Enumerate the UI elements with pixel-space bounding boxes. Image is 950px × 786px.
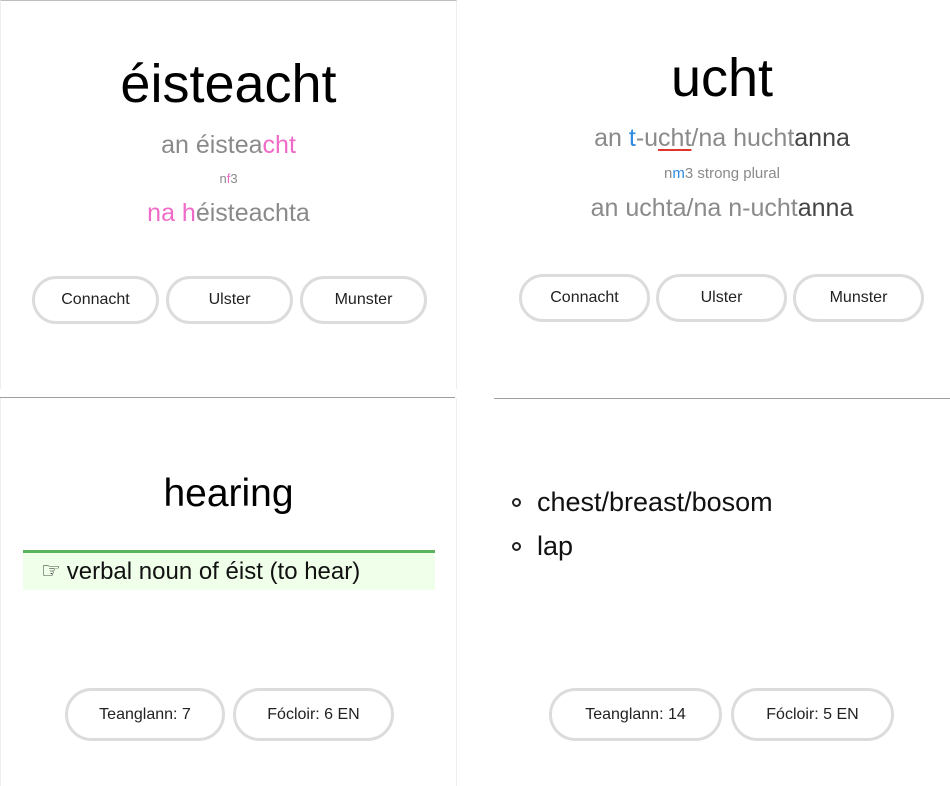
pointing-hand-icon: ☞ xyxy=(41,559,61,584)
ulster-button[interactable]: Ulster xyxy=(166,276,293,324)
card-eisteacht: éisteacht an éisteacht nf3 na héisteacht… xyxy=(0,0,457,389)
singular-forms: an t-ucht/na huchtanna xyxy=(594,124,850,152)
plural-form: na héisteachta xyxy=(147,199,310,227)
card-ucht: ucht an t-ucht/na huchtanna nm3 strong p… xyxy=(494,0,950,388)
list-item: chest/breast/bosom xyxy=(512,480,773,524)
singular-form: an éisteacht xyxy=(161,131,296,159)
bullet-icon xyxy=(512,497,521,507)
teanglann-button[interactable]: Teanglann: 7 xyxy=(65,688,225,741)
card-hearing: hearing ☞ verbal noun of éist (to hear) … xyxy=(0,398,457,786)
munster-button[interactable]: Munster xyxy=(300,276,427,324)
list-item: lap xyxy=(512,524,773,568)
focloir-button[interactable]: Fócloir: 6 EN xyxy=(233,688,394,741)
connacht-button[interactable]: Connacht xyxy=(519,274,650,322)
headword: éisteacht xyxy=(120,54,337,114)
grammar-note-text: verbal noun of éist (to hear) xyxy=(66,557,361,585)
teanglann-button[interactable]: Teanglann: 14 xyxy=(549,688,722,741)
grammar-tag: nf3 xyxy=(219,171,238,186)
connacht-button[interactable]: Connacht xyxy=(32,276,159,324)
headword: ucht xyxy=(670,48,774,108)
plural-forms: an uchta/na n-uchtanna xyxy=(590,194,854,222)
definition-list: chest/breast/bosom lap xyxy=(512,480,773,568)
bullet-icon xyxy=(512,541,521,551)
focloir-button[interactable]: Fócloir: 5 EN xyxy=(731,688,894,741)
grammar-note: ☞ verbal noun of éist (to hear) xyxy=(23,550,435,590)
munster-button[interactable]: Munster xyxy=(793,274,924,322)
grammar-tag: nm3 strong plural xyxy=(664,165,780,182)
ulster-button[interactable]: Ulster xyxy=(656,274,787,322)
card-chest: chest/breast/bosom lap Teanglann: 14 Fóc… xyxy=(494,398,950,786)
translation: hearing xyxy=(163,472,294,515)
